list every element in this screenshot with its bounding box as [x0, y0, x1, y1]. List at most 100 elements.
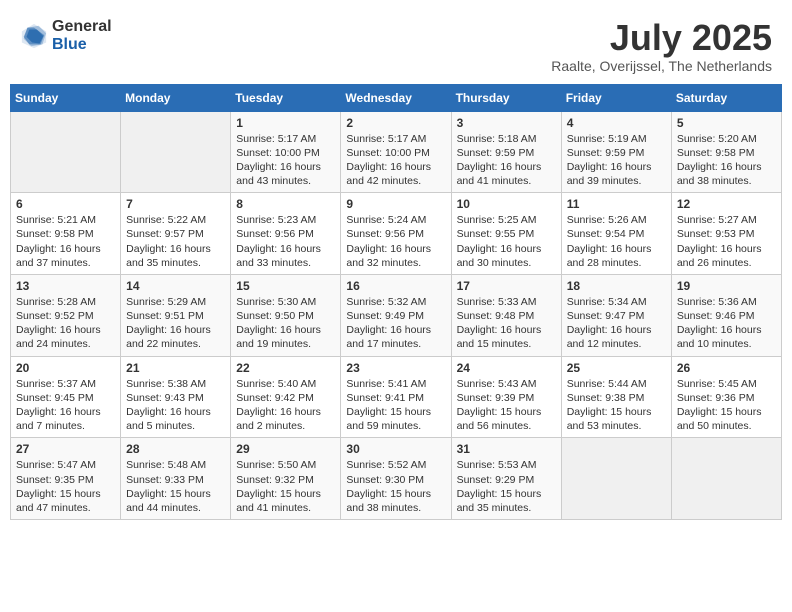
calendar-cell: 6Sunrise: 5:21 AMSunset: 9:58 PMDaylight…: [11, 193, 121, 275]
day-number: 30: [346, 442, 445, 456]
calendar-cell: 3 Sunrise: 5:18 AMSunset: 9:59 PMDaylight…: [451, 111, 561, 193]
day-number: 17: [457, 279, 556, 293]
calendar-cell: 5 Sunrise: 5:20 AMSunset: 9:58 PMDaylight…: [671, 111, 781, 193]
logo-general: General: [52, 18, 112, 36]
cell-content: Sunrise: 5:38 AMSunset: 9:43 PMDaylight:…: [126, 377, 225, 434]
calendar-cell: 29 Sunrise: 5:50 AMSunset: 9:32 PMDayligh…: [231, 438, 341, 520]
calendar-cell: 26Sunrise: 5:45 AMSunset: 9:36 PMDayligh…: [671, 356, 781, 438]
calendar-cell: 15 Sunrise: 5:30 AMSunset: 9:50 PMDayligh…: [231, 274, 341, 356]
cell-content: Sunrise: 5:17 AMSunset: 10:00 PMDaylight…: [236, 132, 335, 189]
day-number: 9: [346, 197, 445, 211]
cell-content: Sunrise: 5:33 AMSunset: 9:48 PMDaylight:…: [457, 295, 556, 352]
calendar-cell: 18Sunrise: 5:34 AMSunset: 9:47 PMDayligh…: [561, 274, 671, 356]
logo: General Blue: [20, 18, 112, 53]
cell-content: Sunrise: 5:24 AMSunset: 9:56 PMDaylight:…: [346, 213, 445, 270]
day-number: 1: [236, 116, 335, 130]
day-number: 3: [457, 116, 556, 130]
day-number: 19: [677, 279, 776, 293]
weekday-header-wednesday: Wednesday: [341, 84, 451, 111]
day-number: 29: [236, 442, 335, 456]
cell-content: Sunrise: 5:30 AMSunset: 9:50 PMDaylight:…: [236, 295, 335, 352]
cell-content: Sunrise: 5:18 AMSunset: 9:59 PMDaylight:…: [457, 132, 556, 189]
calendar-cell: 9 Sunrise: 5:24 AMSunset: 9:56 PMDaylight…: [341, 193, 451, 275]
day-number: 2: [346, 116, 445, 130]
cell-content: Sunrise: 5:17 AMSunset: 10:00 PMDaylight…: [346, 132, 445, 189]
day-number: 31: [457, 442, 556, 456]
day-number: 7: [126, 197, 225, 211]
title-block: July 2025 Raalte, Overijssel, The Nether…: [551, 18, 772, 74]
calendar-cell: 22Sunrise: 5:40 AMSunset: 9:42 PMDayligh…: [231, 356, 341, 438]
calendar-week-3: 13 Sunrise: 5:28 AMSunset: 9:52 PMDayligh…: [11, 274, 782, 356]
day-number: 27: [16, 442, 115, 456]
day-number: 18: [567, 279, 666, 293]
weekday-header-tuesday: Tuesday: [231, 84, 341, 111]
weekday-row: SundayMondayTuesdayWednesdayThursdayFrid…: [11, 84, 782, 111]
calendar-cell: 30 Sunrise: 5:52 AMSunset: 9:30 PMDayligh…: [341, 438, 451, 520]
calendar-cell: [11, 111, 121, 193]
calendar-cell: 31 Sunrise: 5:53 AMSunset: 9:29 PMDayligh…: [451, 438, 561, 520]
calendar-week-2: 6Sunrise: 5:21 AMSunset: 9:58 PMDaylight…: [11, 193, 782, 275]
day-number: 8: [236, 197, 335, 211]
calendar-cell: 19 Sunrise: 5:36 AMSunset: 9:46 PMDayligh…: [671, 274, 781, 356]
cell-content: Sunrise: 5:21 AMSunset: 9:58 PMDaylight:…: [16, 213, 115, 270]
day-number: 25: [567, 361, 666, 375]
calendar-header: SundayMondayTuesdayWednesdayThursdayFrid…: [11, 84, 782, 111]
calendar-cell: 23 Sunrise: 5:41 AMSunset: 9:41 PMDayligh…: [341, 356, 451, 438]
cell-content: Sunrise: 5:28 AMSunset: 9:52 PMDaylight:…: [16, 295, 115, 352]
calendar-week-1: 1 Sunrise: 5:17 AMSunset: 10:00 PMDayligh…: [11, 111, 782, 193]
calendar-cell: [671, 438, 781, 520]
logo-icon: [20, 22, 48, 50]
day-number: 16: [346, 279, 445, 293]
cell-content: Sunrise: 5:26 AMSunset: 9:54 PMDaylight:…: [567, 213, 666, 270]
cell-content: Sunrise: 5:48 AMSunset: 9:33 PMDaylight:…: [126, 458, 225, 515]
month-title: July 2025: [551, 18, 772, 58]
calendar-cell: 8 Sunrise: 5:23 AMSunset: 9:56 PMDaylight…: [231, 193, 341, 275]
logo-text: General Blue: [52, 18, 112, 53]
day-number: 23: [346, 361, 445, 375]
weekday-header-saturday: Saturday: [671, 84, 781, 111]
cell-content: Sunrise: 5:23 AMSunset: 9:56 PMDaylight:…: [236, 213, 335, 270]
location: Raalte, Overijssel, The Netherlands: [551, 58, 772, 74]
cell-content: Sunrise: 5:29 AMSunset: 9:51 PMDaylight:…: [126, 295, 225, 352]
day-number: 13: [16, 279, 115, 293]
day-number: 11: [567, 197, 666, 211]
cell-content: Sunrise: 5:25 AMSunset: 9:55 PMDaylight:…: [457, 213, 556, 270]
weekday-header-sunday: Sunday: [11, 84, 121, 111]
day-number: 5: [677, 116, 776, 130]
calendar-body: 1 Sunrise: 5:17 AMSunset: 10:00 PMDayligh…: [11, 111, 782, 519]
day-number: 26: [677, 361, 776, 375]
cell-content: Sunrise: 5:32 AMSunset: 9:49 PMDaylight:…: [346, 295, 445, 352]
calendar-cell: 28 Sunrise: 5:48 AMSunset: 9:33 PMDayligh…: [121, 438, 231, 520]
cell-content: Sunrise: 5:27 AMSunset: 9:53 PMDaylight:…: [677, 213, 776, 270]
calendar-cell: 25 Sunrise: 5:44 AMSunset: 9:38 PMDayligh…: [561, 356, 671, 438]
cell-content: Sunrise: 5:40 AMSunset: 9:42 PMDaylight:…: [236, 377, 335, 434]
cell-content: Sunrise: 5:43 AMSunset: 9:39 PMDaylight:…: [457, 377, 556, 434]
day-number: 10: [457, 197, 556, 211]
cell-content: Sunrise: 5:19 AMSunset: 9:59 PMDaylight:…: [567, 132, 666, 189]
calendar-week-5: 27Sunrise: 5:47 AMSunset: 9:35 PMDayligh…: [11, 438, 782, 520]
calendar-cell: 27Sunrise: 5:47 AMSunset: 9:35 PMDayligh…: [11, 438, 121, 520]
day-number: 24: [457, 361, 556, 375]
calendar-cell: 11 Sunrise: 5:26 AMSunset: 9:54 PMDayligh…: [561, 193, 671, 275]
cell-content: Sunrise: 5:20 AMSunset: 9:58 PMDaylight:…: [677, 132, 776, 189]
cell-content: Sunrise: 5:44 AMSunset: 9:38 PMDaylight:…: [567, 377, 666, 434]
calendar-cell: 16 Sunrise: 5:32 AMSunset: 9:49 PMDayligh…: [341, 274, 451, 356]
day-number: 15: [236, 279, 335, 293]
page-header: General Blue July 2025 Raalte, Overijsse…: [10, 10, 782, 78]
day-number: 4: [567, 116, 666, 130]
calendar-cell: 24 Sunrise: 5:43 AMSunset: 9:39 PMDayligh…: [451, 356, 561, 438]
cell-content: Sunrise: 5:41 AMSunset: 9:41 PMDaylight:…: [346, 377, 445, 434]
calendar-cell: 2 Sunrise: 5:17 AMSunset: 10:00 PMDayligh…: [341, 111, 451, 193]
calendar-cell: 20 Sunrise: 5:37 AMSunset: 9:45 PMDayligh…: [11, 356, 121, 438]
cell-content: Sunrise: 5:52 AMSunset: 9:30 PMDaylight:…: [346, 458, 445, 515]
cell-content: Sunrise: 5:37 AMSunset: 9:45 PMDaylight:…: [16, 377, 115, 434]
calendar-cell: 7Sunrise: 5:22 AMSunset: 9:57 PMDaylight…: [121, 193, 231, 275]
calendar-cell: 13 Sunrise: 5:28 AMSunset: 9:52 PMDayligh…: [11, 274, 121, 356]
weekday-header-thursday: Thursday: [451, 84, 561, 111]
day-number: 20: [16, 361, 115, 375]
cell-content: Sunrise: 5:53 AMSunset: 9:29 PMDaylight:…: [457, 458, 556, 515]
day-number: 28: [126, 442, 225, 456]
cell-content: Sunrise: 5:50 AMSunset: 9:32 PMDaylight:…: [236, 458, 335, 515]
calendar-week-4: 20 Sunrise: 5:37 AMSunset: 9:45 PMDayligh…: [11, 356, 782, 438]
cell-content: Sunrise: 5:36 AMSunset: 9:46 PMDaylight:…: [677, 295, 776, 352]
